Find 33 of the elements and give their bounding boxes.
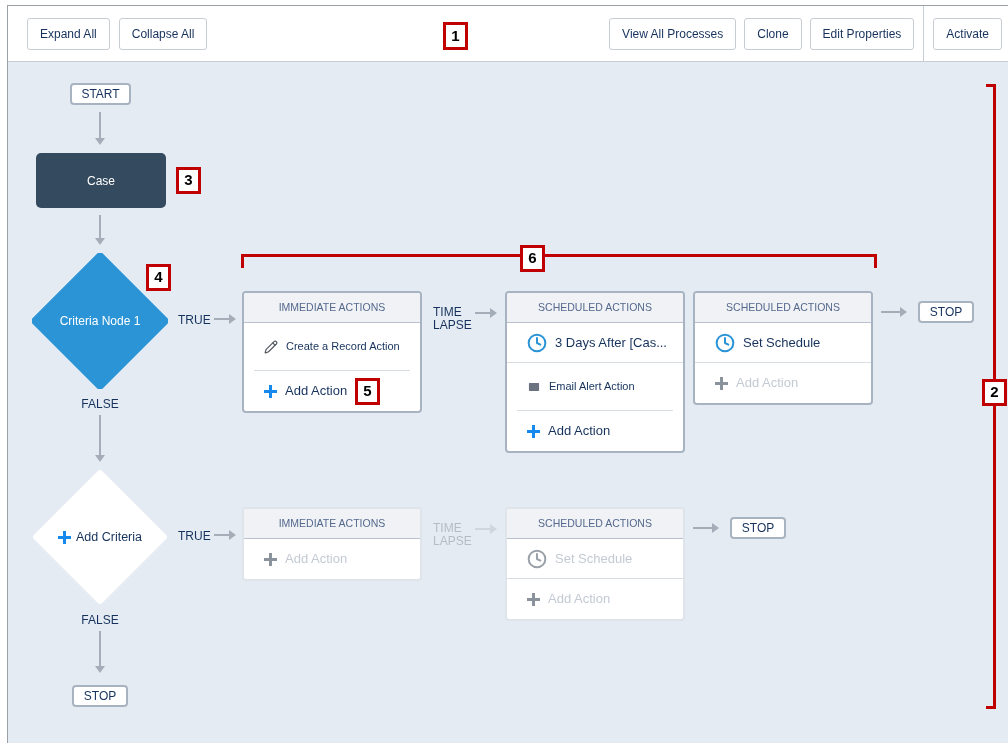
true-label: TRUE [178,312,211,329]
stop-node: STOP [72,685,128,707]
card-header: SCHEDULED ACTIONS [507,509,683,539]
callout-number: 5 [355,378,380,405]
action-item[interactable]: Email Alert Action [507,363,683,410]
stop-node: STOP [730,517,786,539]
criteria-label: Criteria Node 1 [59,313,141,330]
false-label: FALSE [80,396,120,413]
card-header: SCHEDULED ACTIONS [507,293,683,323]
toolbar-button[interactable]: View All Processes [609,17,737,50]
add-action-button[interactable]: Add Action [507,411,683,451]
toolbar-button[interactable]: Edit Properties [809,17,915,50]
false-label: FALSE [80,612,120,629]
activate-button[interactable]: Activate [933,17,1002,50]
object-node[interactable]: Case [36,153,166,208]
start-node: START [70,83,131,105]
callout-number: 6 [520,245,545,272]
callout-number: 1 [443,22,468,50]
toolbar-button[interactable]: Expand All [27,17,110,50]
card-header: SCHEDULED ACTIONS [695,293,871,323]
schedule-button[interactable]: 3 Days After [Cas... [507,323,683,363]
schedule-button[interactable]: Set Schedule [695,323,871,363]
true-label: TRUE [178,528,211,545]
callout-number: 2 [982,379,1007,406]
time-lapse-label: TIME LAPSE [433,306,473,332]
toolbar-button[interactable]: Clone [744,17,802,50]
callout-number: 4 [146,264,171,291]
stop-node: STOP [918,301,974,323]
toolbar-button[interactable]: Collapse All [118,17,208,50]
card-header: IMMEDIATE ACTIONS [244,293,420,323]
callout-number: 3 [176,167,201,194]
action-item[interactable]: Create a Record Action [244,323,420,370]
card-header: IMMEDIATE ACTIONS [244,509,420,539]
